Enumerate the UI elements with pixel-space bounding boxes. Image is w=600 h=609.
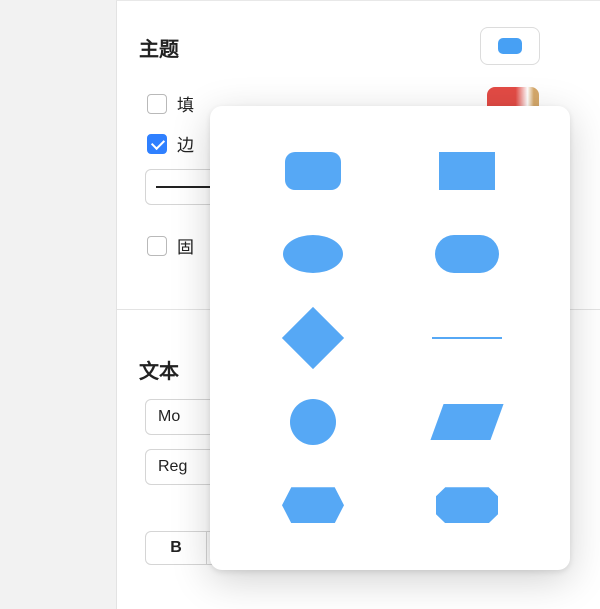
rounded-rectangle-icon <box>498 38 522 54</box>
section-title-text: 文本 <box>139 355 179 384</box>
fixed-checkbox[interactable] <box>147 236 167 256</box>
pill-icon <box>435 235 499 273</box>
diamond-icon <box>282 307 344 369</box>
rounded-rectangle-icon <box>285 152 341 190</box>
checkbox-row-fill: 填 <box>147 91 194 116</box>
color-swatch-button[interactable] <box>487 87 539 107</box>
border-checkbox[interactable] <box>147 134 167 154</box>
shape-option-rectangle[interactable] <box>390 138 544 204</box>
bold-button[interactable]: B <box>145 531 207 565</box>
section-title-theme: 主题 <box>139 33 179 62</box>
shape-option-diamond[interactable] <box>236 305 390 371</box>
checkbox-row-fixed: 固 <box>147 233 194 258</box>
line-icon <box>432 337 502 339</box>
shape-grid <box>236 138 544 538</box>
shape-option-line[interactable] <box>390 305 544 371</box>
font-weight-value: Reg <box>158 458 187 476</box>
ellipse-icon <box>283 235 343 273</box>
hexagon-icon <box>282 487 344 523</box>
checkbox-row-border: 边 <box>147 131 194 156</box>
app-canvas: 主题 填 边 固 文本 Mo Reg B <box>0 0 600 609</box>
shape-option-hexagon-bevel[interactable] <box>390 472 544 538</box>
shape-picker-popover <box>210 106 570 570</box>
shape-option-rounded-rectangle[interactable] <box>236 138 390 204</box>
parallelogram-icon <box>430 404 503 440</box>
shape-option-hexagon[interactable] <box>236 472 390 538</box>
shape-option-pill[interactable] <box>390 222 544 288</box>
fill-checkbox[interactable] <box>147 94 167 114</box>
font-family-value: Mo <box>158 408 180 426</box>
shape-option-parallelogram[interactable] <box>390 389 544 455</box>
fill-label: 填 <box>177 91 194 116</box>
shape-option-circle[interactable] <box>236 389 390 455</box>
border-label: 边 <box>177 131 194 156</box>
fixed-label: 固 <box>177 233 194 258</box>
shape-option-ellipse[interactable] <box>236 222 390 288</box>
shape-theme-button[interactable] <box>480 27 540 65</box>
hexagon-bevel-icon <box>436 487 498 523</box>
circle-icon <box>290 399 336 445</box>
rectangle-icon <box>439 152 495 190</box>
